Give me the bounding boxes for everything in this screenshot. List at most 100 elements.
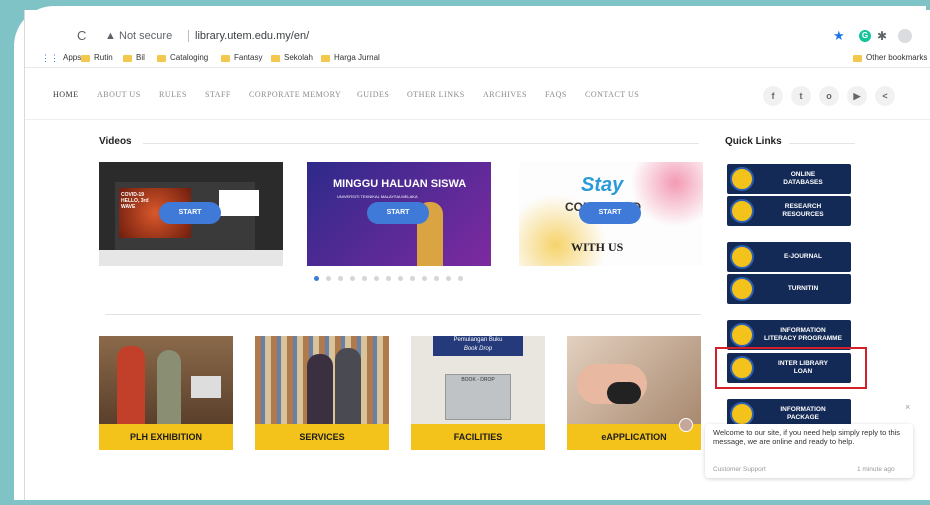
carousel-dot[interactable] <box>398 276 403 281</box>
facebook-icon[interactable]: f <box>763 86 783 106</box>
nav-corporate-memory[interactable]: CORPORATE MEMORY <box>249 90 341 99</box>
bookmark-label: Other bookmarks <box>866 53 928 62</box>
bookmark-label: Apps <box>63 53 82 62</box>
journal-icon <box>730 245 754 269</box>
bookmark-apps[interactable]: ⋮⋮ Apps <box>41 48 81 68</box>
bookmarks-bar: ⋮⋮ Apps Rutin Bil Cataloging Fantasy Sek… <box>25 48 930 68</box>
carousel-dot[interactable] <box>458 276 463 281</box>
quicklink-label: TURNITIN <box>787 285 819 292</box>
bookmark-fantasy[interactable]: Fantasy <box>221 48 262 68</box>
folder-icon <box>853 54 862 62</box>
tile-image <box>99 336 233 424</box>
quick-links-title: Quick Links <box>725 136 782 147</box>
twitter-icon[interactable]: t <box>791 86 811 106</box>
carousel-dot[interactable] <box>326 276 331 281</box>
quicklink-label: RESEARCH RESOURCES <box>782 203 824 218</box>
nav-staff[interactable]: STAFF <box>205 90 231 99</box>
security-label[interactable]: Not secure <box>119 24 172 48</box>
reload-icon[interactable]: C <box>77 24 93 48</box>
bookmark-label: Fantasy <box>234 53 263 62</box>
nav-archives[interactable]: ARCHIVES <box>483 90 527 99</box>
database-icon <box>730 167 754 191</box>
video-thumb-covid[interactable]: COVID-19 HELLO, 3rd WAVE START <box>99 162 283 266</box>
carousel-dot[interactable] <box>362 276 367 281</box>
tile-image: Pemulangan Buku Book Drop BOOK - DROP <box>411 336 545 424</box>
bookmark-sekolah[interactable]: Sekolah <box>271 48 313 68</box>
bookmark-label: Sekolah <box>284 53 313 62</box>
youtube-icon[interactable]: ▶ <box>847 86 867 106</box>
bookmark-rutin[interactable]: Rutin <box>81 48 113 68</box>
folder-icon <box>321 54 330 62</box>
highlight-box <box>715 347 867 389</box>
video-thumb-stay-connected[interactable]: Stay CONNECTED WITH US START <box>519 162 703 266</box>
quicklink-label: INFORMATION LITERACY PROGRAMME <box>764 327 842 342</box>
package-icon <box>730 402 754 426</box>
carousel-dot[interactable] <box>350 276 355 281</box>
profile-avatar[interactable] <box>898 29 912 43</box>
bookmark-cataloging[interactable]: Cataloging <box>157 48 208 68</box>
book-drop-box: BOOK - DROP <box>445 374 511 420</box>
quicklink-online-databases[interactable]: ONLINE DATABASES <box>727 164 851 194</box>
nav-rules[interactable]: RULES <box>159 90 187 99</box>
chat-message: Welcome to our site, if you need help si… <box>713 428 901 446</box>
close-icon[interactable]: × <box>905 402 910 412</box>
quicklink-information-literacy[interactable]: INFORMATION LITERACY PROGRAMME <box>727 320 851 350</box>
literacy-icon <box>730 323 754 347</box>
quicklink-e-journal[interactable]: E-JOURNAL <box>727 242 851 272</box>
bookmark-label: Harga Jurnal <box>334 53 380 62</box>
carousel-dot[interactable] <box>386 276 391 281</box>
nav-about-us[interactable]: ABOUT US <box>97 90 141 99</box>
photo-person <box>307 354 333 424</box>
tile-label: PLH EXHIBITION <box>99 424 233 450</box>
photo-display <box>191 376 221 398</box>
carousel-dot[interactable] <box>410 276 415 281</box>
carousel-dot[interactable] <box>434 276 439 281</box>
bookmark-bil[interactable]: Bil <box>123 48 145 68</box>
video-thumb-minggu-haluan[interactable]: MINGGU HALUAN SISWA UNIVERSITI TEKNIKAL … <box>307 162 491 266</box>
bookmark-harga-jurnal[interactable]: Harga Jurnal <box>321 48 380 68</box>
start-button[interactable]: START <box>579 202 641 224</box>
folder-icon <box>123 54 132 62</box>
turnitin-icon <box>730 277 754 301</box>
quicklink-turnitin[interactable]: TURNITIN <box>727 274 851 304</box>
instagram-icon[interactable]: o <box>819 86 839 106</box>
grammarly-icon[interactable]: G <box>859 30 871 42</box>
carousel-dot[interactable] <box>374 276 379 281</box>
folder-icon <box>221 54 230 62</box>
carousel-dot[interactable] <box>422 276 427 281</box>
bookmark-other[interactable]: Other bookmarks <box>853 48 927 68</box>
nav-faqs[interactable]: FAQS <box>545 90 567 99</box>
carousel-dots <box>314 276 463 282</box>
photo-person <box>335 348 361 424</box>
url-field[interactable]: library.utem.edu.my/en/ <box>195 24 309 48</box>
folder-icon <box>271 54 280 62</box>
browser-window: C ▲ Not secure library.utem.edu.my/en/ ★… <box>24 10 930 500</box>
extensions-icon[interactable]: ✱ <box>877 24 887 48</box>
quicklink-research-resources[interactable]: RESEARCH RESOURCES <box>727 196 851 226</box>
tile-services[interactable]: SERVICES <box>255 336 389 450</box>
chat-bubble[interactable]: Welcome to our site, if you need help si… <box>705 424 913 478</box>
research-icon <box>730 199 754 223</box>
start-button[interactable]: START <box>159 202 221 224</box>
bookmark-label: Cataloging <box>170 53 209 62</box>
nav-guides[interactable]: GUIDES <box>357 90 389 99</box>
nav-contact-us[interactable]: CONTACT US <box>585 90 639 99</box>
title-rule <box>143 143 699 144</box>
tile-image <box>567 336 701 424</box>
start-button[interactable]: START <box>367 202 429 224</box>
share-icon[interactable]: < <box>875 86 895 106</box>
carousel-dot[interactable] <box>338 276 343 281</box>
tile-plh-exhibition[interactable]: PLH EXHIBITION <box>99 336 233 450</box>
nav-home[interactable]: HOME <box>53 90 79 99</box>
thumb-strip <box>99 250 283 266</box>
bookmark-label: Bil <box>136 53 145 62</box>
carousel-dot[interactable] <box>314 276 319 281</box>
tile-eapplication[interactable]: eAPPLICATION <box>567 336 701 450</box>
tile-facilities[interactable]: Pemulangan Buku Book Drop BOOK - DROP FA… <box>411 336 545 450</box>
carousel-dot[interactable] <box>446 276 451 281</box>
sign-line-1: Pemulangan Buku <box>453 337 503 343</box>
star-icon[interactable]: ★ <box>833 24 845 48</box>
photo-mouse <box>607 382 641 404</box>
nav-other-links[interactable]: OTHER LINKS <box>407 90 465 99</box>
address-bar: C ▲ Not secure library.utem.edu.my/en/ ★… <box>25 24 930 48</box>
